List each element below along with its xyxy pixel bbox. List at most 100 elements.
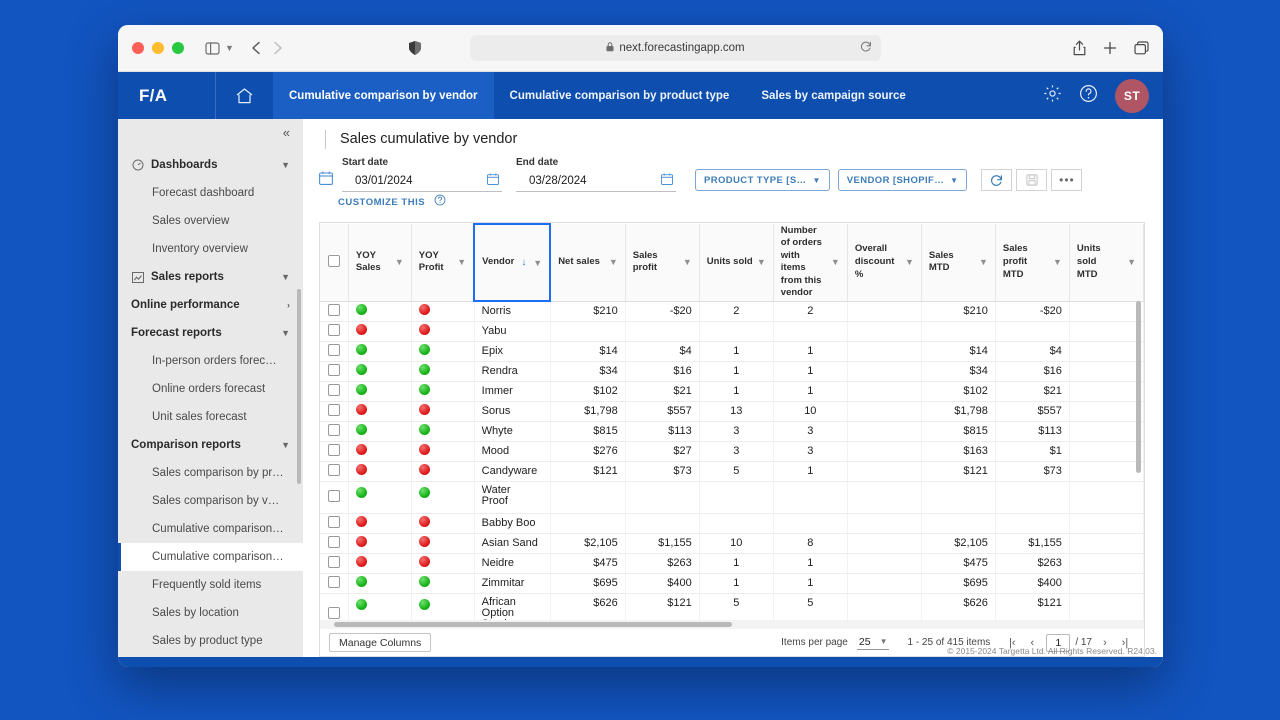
sidebar-item-cumulative-comparison-2[interactable]: Cumulative comparison… [118,543,303,571]
column-header-sales-profit-mtd[interactable]: Sales profit MTD▼ [995,224,1069,301]
url-bar[interactable]: next.forecastingapp.com [470,35,881,61]
shield-icon[interactable] [408,40,422,56]
manage-columns-button[interactable]: Manage Columns [329,633,431,652]
sidebar-item-sales-reports[interactable]: Sales reports ▼ [118,263,303,291]
share-icon[interactable] [1073,40,1086,56]
more-options-button[interactable]: ••• [1051,169,1082,191]
items-per-page-select[interactable]: 25 ▼ [857,636,890,650]
table-horizontal-scrollbar-thumb[interactable] [334,622,732,627]
row-select-cell[interactable] [320,361,348,381]
filter-icon[interactable]: ▼ [757,257,766,267]
table-row[interactable]: Norris$210-$2022$210-$20 [320,301,1144,321]
sidebar-item-comparison-reports[interactable]: Comparison reports ▼ [118,431,303,459]
gear-icon[interactable] [1043,84,1062,108]
sidebar-item-online-performance[interactable]: Online performance › [118,291,303,319]
sidebar-item-in-person-orders-forecast[interactable]: In-person orders forec… [118,347,303,375]
table-horizontal-scrollbar-track[interactable] [320,620,1144,629]
column-header-net-sales[interactable]: Net sales▼ [550,224,625,301]
column-header-orders-with-items[interactable]: Number of orders with items from this ve… [773,224,847,301]
tab-sales-by-campaign-source[interactable]: Sales by campaign source [745,72,921,119]
row-checkbox[interactable] [328,424,340,436]
row-checkbox[interactable] [328,444,340,456]
table-row[interactable]: Mood$276$2733$163$1 [320,441,1144,461]
sidebar-item-sales-comparison-by-vendor[interactable]: Sales comparison by v… [118,487,303,515]
column-header-yoy-profit[interactable]: YOY Profit▼ [411,224,474,301]
sidebar-item-forecast-dashboard[interactable]: Forecast dashboard [118,179,303,207]
row-select-cell[interactable] [320,441,348,461]
end-date-input[interactable]: 03/28/2024 [516,171,676,192]
home-icon[interactable] [215,72,273,119]
filter-icon[interactable]: ▼ [1127,257,1136,267]
row-select-cell[interactable] [320,321,348,341]
sidebar-item-inventory-overview[interactable]: Inventory overview [118,235,303,263]
table-row[interactable]: Immer$102$2111$102$21 [320,381,1144,401]
column-header-yoy-sales[interactable]: YOY Sales▼ [348,224,411,301]
row-checkbox[interactable] [328,576,340,588]
filter-icon[interactable]: ▼ [905,257,914,267]
maximize-window-button[interactable] [172,42,184,54]
filter-icon[interactable]: ▼ [609,257,618,267]
row-checkbox[interactable] [328,404,340,416]
refresh-button[interactable] [981,169,1012,191]
tab-overview-icon[interactable] [1134,41,1149,55]
avatar[interactable]: ST [1115,79,1149,113]
sidebar-item-sales-comparison-by-product[interactable]: Sales comparison by pr… [118,459,303,487]
new-tab-icon[interactable] [1103,41,1117,55]
filter-icon[interactable]: ▼ [457,257,466,267]
table-vertical-scrollbar[interactable] [1136,301,1141,473]
row-checkbox[interactable] [328,536,340,548]
customize-this-link[interactable]: CUSTOMIZE THIS [338,197,425,208]
filter-icon[interactable]: ▼ [395,257,404,267]
table-row[interactable]: Zimmitar$695$40011$695$400 [320,573,1144,593]
start-date-input[interactable]: 03/01/2024 [342,171,502,192]
row-checkbox[interactable] [328,490,340,502]
row-checkbox[interactable] [328,464,340,476]
calendar-icon[interactable] [487,172,499,190]
reload-icon[interactable] [860,41,872,56]
sidebar-dropdown-chevron-icon[interactable]: ▼ [225,43,234,53]
sidebar-item-sales-by-product-type[interactable]: Sales by product type [118,627,303,655]
filter-icon[interactable]: ▼ [831,257,840,267]
filter-icon[interactable]: ▼ [979,257,988,267]
sidebar-item-unit-sales-forecast[interactable]: Unit sales forecast [118,403,303,431]
column-header-vendor[interactable]: Vendor ↓ ▼ [474,224,550,301]
sidebar-item-forecast-reports[interactable]: Forecast reports ▼ [118,319,303,347]
select-all-header[interactable] [320,224,348,301]
back-arrow-icon[interactable] [251,41,261,55]
row-select-cell[interactable] [320,513,348,533]
sidebar-collapse-button[interactable]: « [118,119,303,146]
row-checkbox[interactable] [328,304,340,316]
row-select-cell[interactable] [320,481,348,513]
row-checkbox[interactable] [328,607,340,619]
row-select-cell[interactable] [320,461,348,481]
column-header-sales-profit[interactable]: Sales profit▼ [625,224,699,301]
table-row[interactable]: Sorus$1,798$5571310$1,798$557 [320,401,1144,421]
row-checkbox[interactable] [328,364,340,376]
sidebar-item-sales-overview[interactable]: Sales overview [118,207,303,235]
row-select-cell[interactable] [320,533,348,553]
sidebar-item-cumulative-comparison-1[interactable]: Cumulative comparison… [118,515,303,543]
table-row[interactable]: WaterProof [320,481,1144,513]
column-header-sales-mtd[interactable]: Sales MTD▼ [921,224,995,301]
table-row[interactable]: Whyte$815$11333$815$113 [320,421,1144,441]
row-select-cell[interactable] [320,341,348,361]
row-checkbox[interactable] [328,516,340,528]
row-select-cell[interactable] [320,553,348,573]
sidebar-toggle-icon[interactable] [205,42,220,55]
sidebar-item-sales-by-location[interactable]: Sales by location [118,599,303,627]
sidebar-item-frequently-sold-items[interactable]: Frequently sold items [118,571,303,599]
minimize-window-button[interactable] [152,42,164,54]
sidebar-scrollbar[interactable] [297,289,301,484]
table-row[interactable]: Neidre$475$26311$475$263 [320,553,1144,573]
filter-icon[interactable]: ▼ [683,257,692,267]
column-header-units-sold[interactable]: Units sold▼ [699,224,773,301]
sidebar-item-dashboards[interactable]: Dashboards ▼ [118,151,303,179]
app-logo[interactable]: F/A [118,72,215,119]
select-all-checkbox[interactable] [328,255,340,267]
table-row[interactable]: Asian Sand$2,105$1,155108$2,105$1,155 [320,533,1144,553]
table-row[interactable]: Babby Boo [320,513,1144,533]
row-checkbox[interactable] [328,344,340,356]
tab-cumulative-comparison-by-vendor[interactable]: Cumulative comparison by vendor [273,72,494,119]
table-row[interactable]: Yabu [320,321,1144,341]
forward-arrow-icon[interactable] [273,41,283,55]
